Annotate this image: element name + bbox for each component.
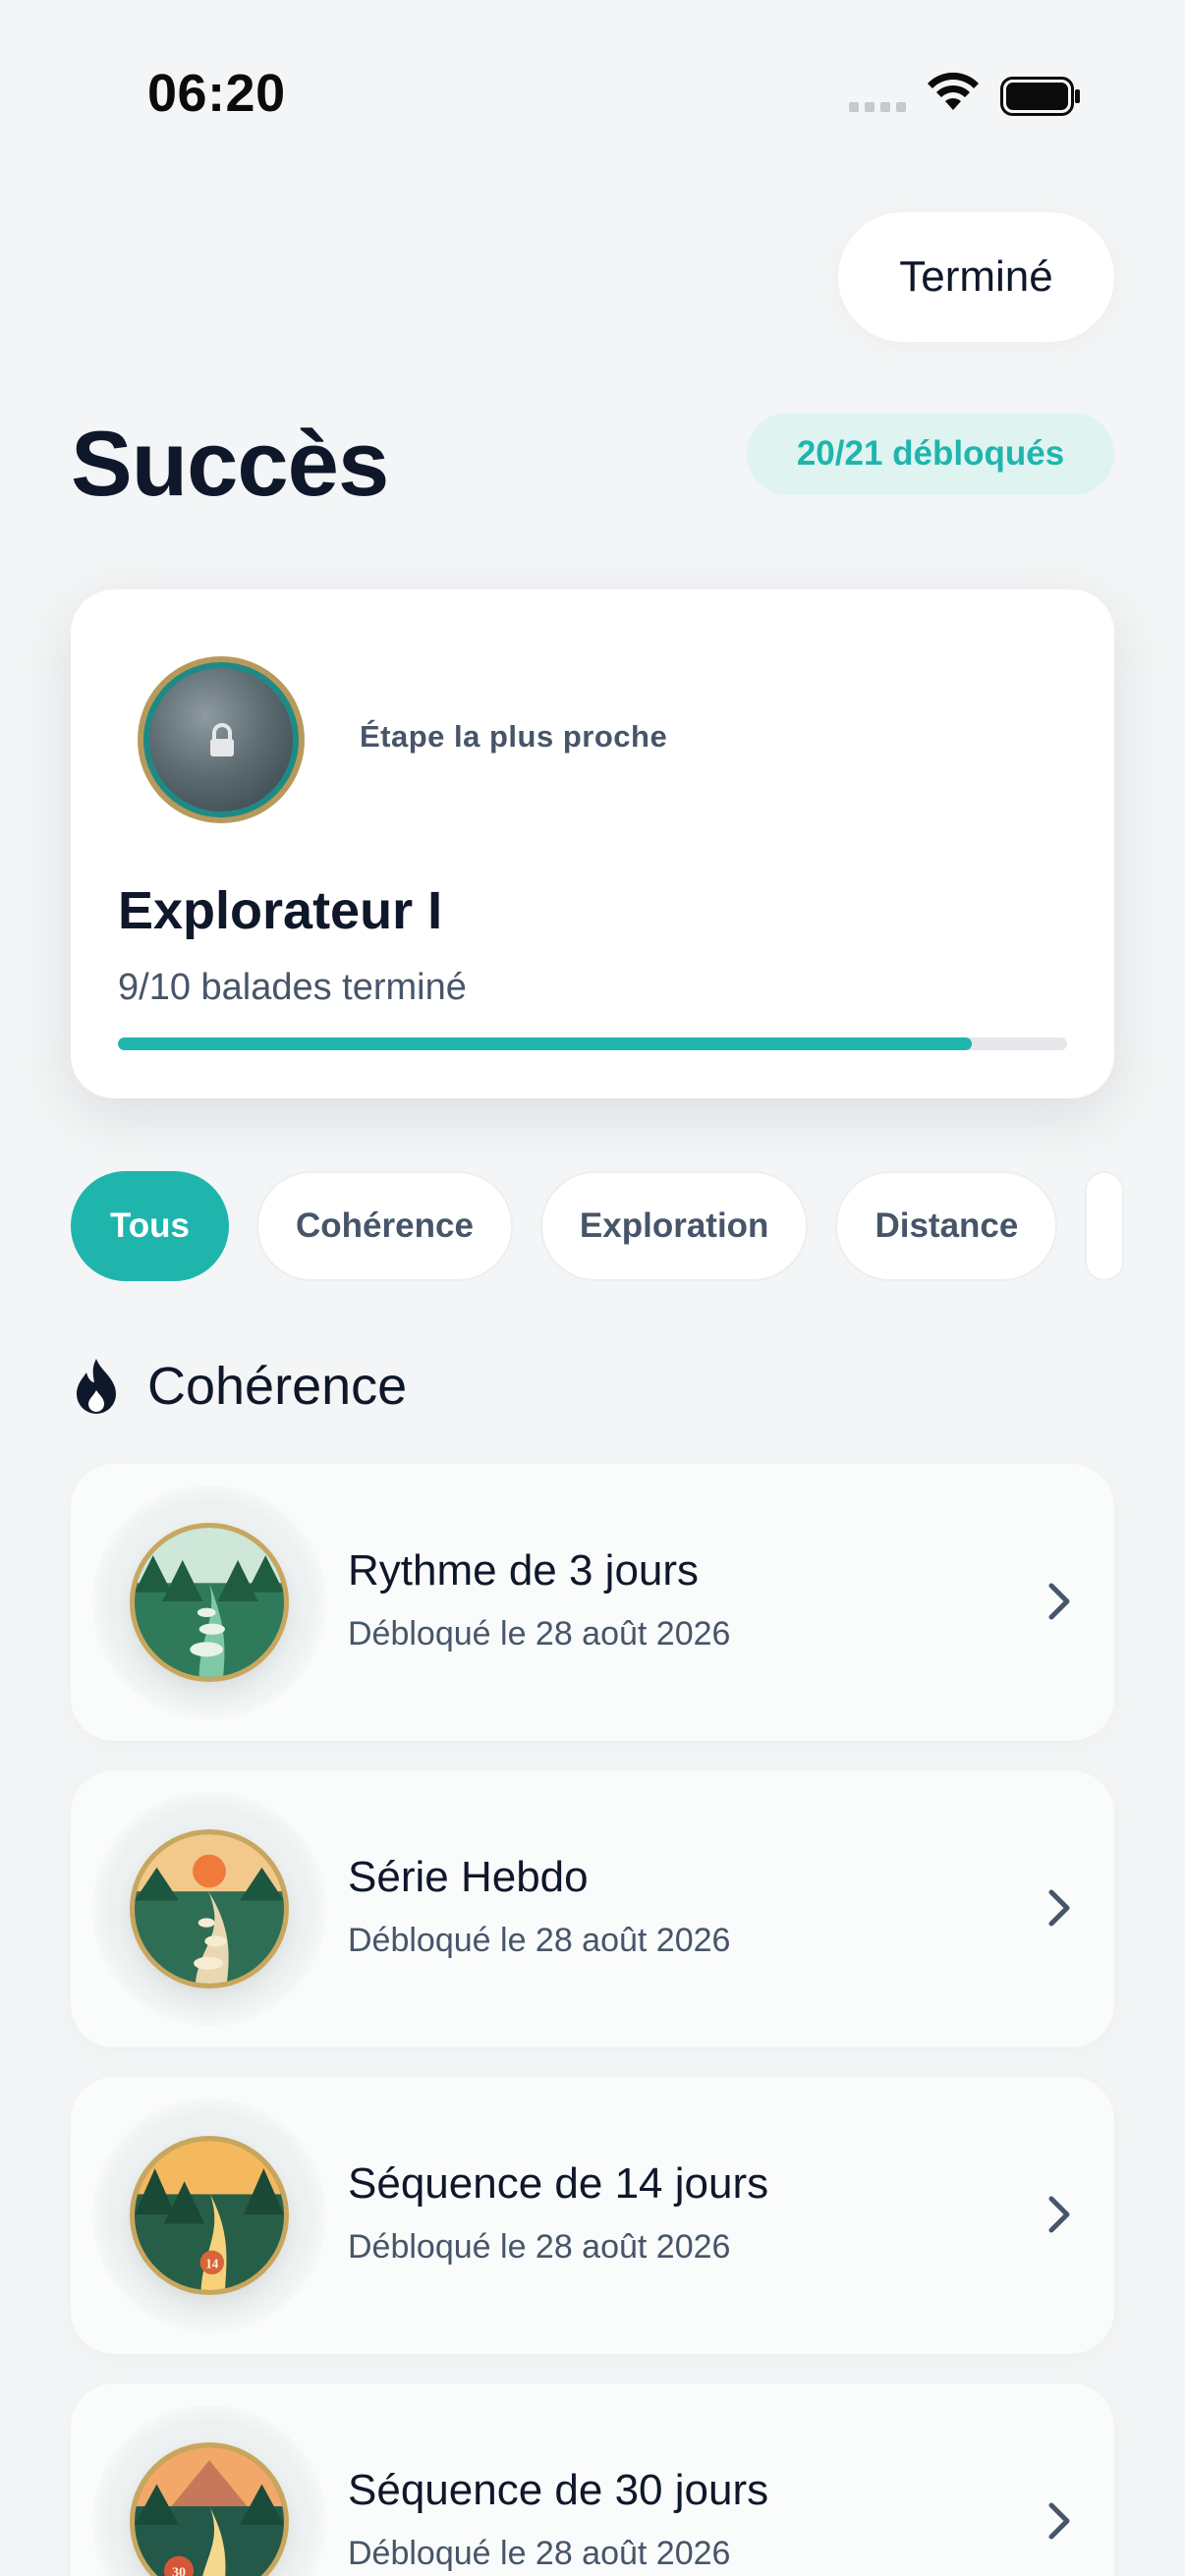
section-title: Cohérence bbox=[147, 1357, 408, 1416]
achievement-title: Rythme de 3 jours bbox=[348, 1546, 700, 1595]
achievement-title: Série Hebdo bbox=[348, 1853, 589, 1901]
section-header-coherence: Cohérence bbox=[71, 1356, 407, 1417]
milestone-progress-bar bbox=[118, 1037, 1067, 1050]
medal-number: 30 bbox=[172, 2564, 186, 2576]
milestone-title: Explorateur I bbox=[118, 881, 443, 940]
chevron-right-icon bbox=[1048, 1889, 1070, 1927]
achievement-row[interactable]: 30 Séquence de 30 jours Débloqué le 28 a… bbox=[71, 2383, 1114, 2576]
chevron-right-icon bbox=[1048, 2502, 1070, 2540]
filter-chip-exploration[interactable]: Exploration bbox=[539, 1171, 809, 1281]
status-bar: 06:20 bbox=[0, 0, 1185, 187]
battery-icon bbox=[1000, 77, 1080, 116]
achievement-unlock-date: Débloqué le 28 août 2026 bbox=[348, 2228, 731, 2266]
wifi-icon bbox=[928, 72, 979, 110]
milestone-progress-fill bbox=[118, 1037, 973, 1050]
achievement-row[interactable]: Série Hebdo Débloqué le 28 août 2026 bbox=[71, 1770, 1114, 2047]
page-title: Succès bbox=[71, 412, 389, 515]
achievement-unlock-date: Débloqué le 28 août 2026 bbox=[348, 2535, 731, 2572]
filter-chip-distance[interactable]: Distance bbox=[835, 1171, 1058, 1281]
filter-chip-tous[interactable]: Tous bbox=[71, 1171, 230, 1281]
glowing-path-medal-art: 14 bbox=[135, 2141, 284, 2290]
achievement-title: Séquence de 14 jours bbox=[348, 2159, 769, 2208]
achievement-medal bbox=[130, 1523, 289, 1682]
sunset-path-medal-art bbox=[135, 1834, 284, 1984]
achievement-title: Séquence de 30 jours bbox=[348, 2466, 769, 2514]
achievement-unlock-date: Débloqué le 28 août 2026 bbox=[348, 1922, 731, 1959]
flame-icon bbox=[77, 1359, 116, 1414]
filter-chip-more[interactable] bbox=[1085, 1171, 1125, 1281]
achievement-medal bbox=[130, 1829, 289, 1988]
forest-path-medal-art bbox=[135, 1528, 284, 1677]
achievement-list: Rythme de 3 jours Débloqué le 28 août 20… bbox=[71, 1464, 1114, 2576]
chevron-right-icon bbox=[1048, 2196, 1070, 2233]
achievement-row[interactable]: 14 Séquence de 14 jours Débloqué le 28 a… bbox=[71, 2077, 1114, 2354]
milestone-kicker: Étape la plus proche bbox=[360, 719, 668, 754]
filter-chip-coherence[interactable]: Cohérence bbox=[256, 1171, 513, 1281]
milestone-progress-text: 9/10 balades terminé bbox=[118, 967, 467, 1008]
done-button[interactable]: Terminé bbox=[838, 212, 1114, 342]
achievement-medal: 14 bbox=[130, 2136, 289, 2295]
status-time: 06:20 bbox=[147, 64, 286, 123]
achievements-screen: 06:20 Terminé Succès 20/21 débloqués Éta… bbox=[0, 0, 1185, 2576]
locked-medal bbox=[138, 656, 305, 823]
chevron-right-icon bbox=[1048, 1583, 1070, 1620]
category-filter-chips: Tous Cohérence Exploration Distance bbox=[71, 1171, 1125, 1281]
lock-icon bbox=[210, 723, 234, 756]
cellular-signal-icon bbox=[849, 102, 906, 112]
next-milestone-card[interactable]: Étape la plus proche Explorateur I 9/10 … bbox=[71, 589, 1114, 1098]
medal-number: 14 bbox=[205, 2256, 219, 2270]
achievement-unlock-date: Débloqué le 28 août 2026 bbox=[348, 1615, 731, 1652]
achievement-row[interactable]: Rythme de 3 jours Débloqué le 28 août 20… bbox=[71, 1464, 1114, 1741]
unlocked-count-badge: 20/21 débloqués bbox=[747, 413, 1114, 495]
mountain-path-medal-art: 30 bbox=[135, 2447, 284, 2576]
